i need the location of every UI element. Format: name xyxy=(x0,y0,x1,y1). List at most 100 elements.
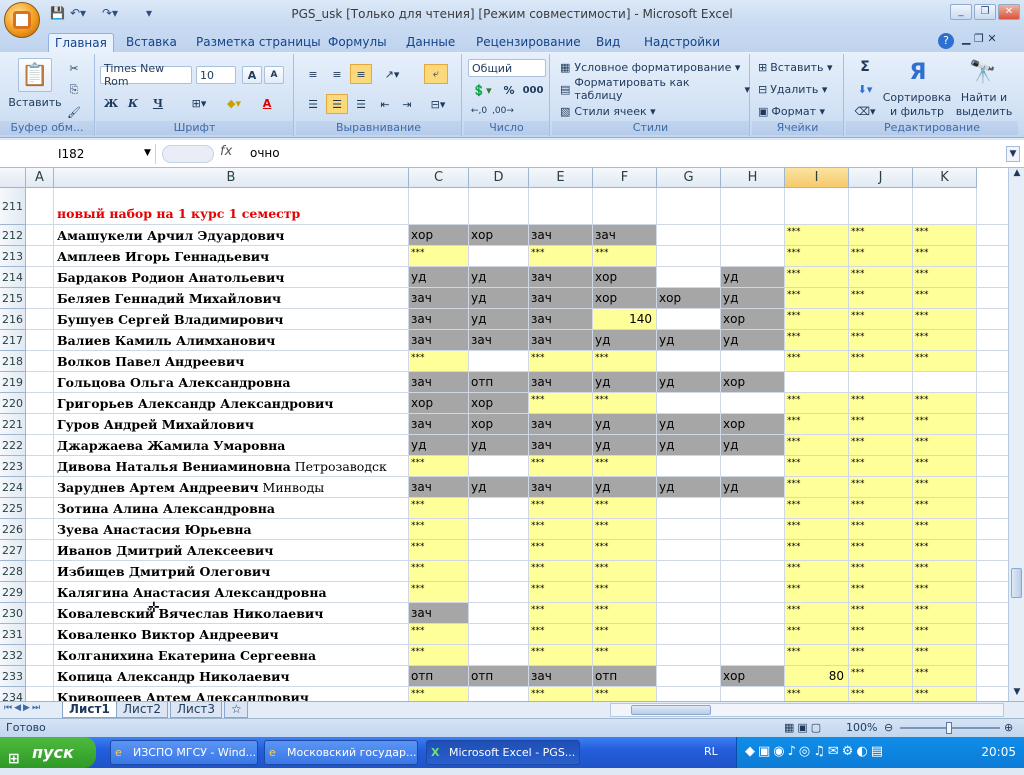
grade-cell-e[interactable]: *** xyxy=(529,351,593,372)
cell-l[interactable] xyxy=(977,540,1008,561)
horizontal-scrollbar[interactable] xyxy=(610,703,1004,717)
percent-button[interactable]: % xyxy=(500,81,518,99)
cell-l[interactable] xyxy=(977,288,1008,309)
grade-cell-e[interactable]: зач xyxy=(529,477,593,498)
student-name-cell[interactable]: Бушуев Сергей Владимирович xyxy=(54,309,409,330)
row-header[interactable]: 231 xyxy=(0,624,26,645)
font-name-select[interactable]: Times New Rom xyxy=(100,62,192,88)
grade-cell-d[interactable]: уд xyxy=(469,267,529,288)
grade-cell-g[interactable] xyxy=(657,246,721,267)
student-name-cell[interactable]: Джаржаева Жамила Умаровна xyxy=(54,435,409,456)
row-header[interactable]: 221 xyxy=(0,414,26,435)
grade-cell-f[interactable]: *** xyxy=(593,456,657,477)
row-header[interactable]: 216 xyxy=(0,309,26,330)
cell-a[interactable] xyxy=(26,393,54,414)
grade-cell-k[interactable]: *** xyxy=(913,246,977,267)
grade-cell-k[interactable]: *** xyxy=(913,225,977,246)
row-header[interactable]: 212 xyxy=(0,225,26,246)
grade-cell-f[interactable]: отп xyxy=(593,666,657,687)
ribbon-minimize-icon[interactable]: ▁ ❐ ✕ xyxy=(962,32,997,45)
grade-cell-c[interactable]: *** xyxy=(409,645,469,666)
grade-cell-j[interactable]: *** xyxy=(849,477,913,498)
grade-cell-h[interactable]: хор xyxy=(721,372,785,393)
sheet-tab-3[interactable]: Лист3 xyxy=(170,702,223,718)
student-name-cell[interactable]: Беляев Геннадий Михайлович xyxy=(54,288,409,309)
grade-cell-f[interactable]: уд xyxy=(593,435,657,456)
grade-cell-i[interactable]: *** xyxy=(785,624,849,645)
cell-a[interactable] xyxy=(26,645,54,666)
grade-cell-k[interactable]: *** xyxy=(913,414,977,435)
grade-cell-f[interactable]: *** xyxy=(593,519,657,540)
grade-cell-k[interactable]: *** xyxy=(913,351,977,372)
grade-cell-f[interactable]: 140 xyxy=(593,309,657,330)
grade-cell-h[interactable]: хор xyxy=(721,666,785,687)
grade-cell-e[interactable]: зач xyxy=(529,225,593,246)
conditional-formatting-button[interactable]: ▦ Условное форматирование ▾ xyxy=(560,58,744,76)
cell-l[interactable] xyxy=(977,414,1008,435)
grade-cell-f[interactable]: *** xyxy=(593,645,657,666)
grade-cell-g[interactable] xyxy=(657,393,721,414)
orientation-icon[interactable]: ↗▾ xyxy=(378,64,406,84)
italic-button[interactable]: К xyxy=(124,94,142,112)
row-header[interactable]: 219 xyxy=(0,372,26,393)
grade-cell-h[interactable] xyxy=(721,351,785,372)
grade-cell-h[interactable]: уд xyxy=(721,477,785,498)
grade-cell-j[interactable]: *** xyxy=(849,414,913,435)
column-header-k[interactable]: K xyxy=(913,168,977,188)
cell-l[interactable] xyxy=(977,498,1008,519)
grade-cell-c[interactable]: хор xyxy=(409,393,469,414)
student-name-cell[interactable]: Калягина Анастасия Александровна xyxy=(54,582,409,603)
grade-cell-e[interactable]: зач xyxy=(529,414,593,435)
grade-cell-j[interactable]: *** xyxy=(849,393,913,414)
find-select-button[interactable]: Найти и xyxy=(954,90,1014,104)
font-size-select[interactable]: 10 xyxy=(196,66,236,84)
grade-cell-e[interactable]: зач xyxy=(529,309,593,330)
grade-cell-f[interactable] xyxy=(593,188,657,225)
grade-cell-h[interactable]: хор xyxy=(721,414,785,435)
grade-cell-d[interactable] xyxy=(469,188,529,225)
grade-cell-f[interactable]: хор xyxy=(593,288,657,309)
grade-cell-h[interactable]: хор xyxy=(721,309,785,330)
grade-cell-g[interactable] xyxy=(657,188,721,225)
grade-cell-j[interactable]: *** xyxy=(849,519,913,540)
increase-indent-icon[interactable]: ⇥ xyxy=(396,94,418,114)
cell-a[interactable] xyxy=(26,456,54,477)
cell-a[interactable] xyxy=(26,309,54,330)
grade-cell-i[interactable]: *** xyxy=(785,393,849,414)
cell-a[interactable] xyxy=(26,477,54,498)
grade-cell-c[interactable]: зач xyxy=(409,372,469,393)
grade-cell-k[interactable]: *** xyxy=(913,645,977,666)
grade-cell-d[interactable] xyxy=(469,687,529,701)
grade-cell-i[interactable]: *** xyxy=(785,603,849,624)
cell-a[interactable] xyxy=(26,540,54,561)
grade-cell-g[interactable]: уд xyxy=(657,330,721,351)
column-header-h[interactable]: H xyxy=(721,168,785,188)
grade-cell-k[interactable]: *** xyxy=(913,288,977,309)
grade-cell-i[interactable]: *** xyxy=(785,561,849,582)
grade-cell-f[interactable]: зач xyxy=(593,225,657,246)
cell-a[interactable] xyxy=(26,372,54,393)
taskbar-item-ie2[interactable]: e Московский государ... xyxy=(264,740,418,765)
cell-l[interactable] xyxy=(977,351,1008,372)
grade-cell-g[interactable] xyxy=(657,309,721,330)
grade-cell-j[interactable]: *** xyxy=(849,351,913,372)
grade-cell-i[interactable]: *** xyxy=(785,351,849,372)
sheet-tab-1[interactable]: Лист1 xyxy=(62,702,117,718)
grade-cell-c[interactable]: зач xyxy=(409,477,469,498)
grade-cell-e[interactable] xyxy=(529,188,593,225)
zoom-slider-thumb[interactable] xyxy=(946,722,952,734)
grade-cell-g[interactable] xyxy=(657,582,721,603)
cell-a[interactable] xyxy=(26,624,54,645)
grade-cell-e[interactable]: *** xyxy=(529,582,593,603)
align-middle-icon[interactable]: ≡ xyxy=(326,64,348,84)
tab-formulas[interactable]: Формулы xyxy=(322,33,393,52)
grade-cell-f[interactable]: *** xyxy=(593,498,657,519)
cell-a[interactable] xyxy=(26,267,54,288)
grade-cell-d[interactable]: хор xyxy=(469,225,529,246)
grade-cell-f[interactable]: *** xyxy=(593,582,657,603)
grade-cell-c[interactable]: зач xyxy=(409,414,469,435)
copy-icon[interactable]: ⎘ xyxy=(66,82,82,98)
grade-cell-d[interactable] xyxy=(469,540,529,561)
student-name-cell[interactable]: Ковалевский Вячеслав Николаевич xyxy=(54,603,409,624)
cell-l[interactable] xyxy=(977,246,1008,267)
